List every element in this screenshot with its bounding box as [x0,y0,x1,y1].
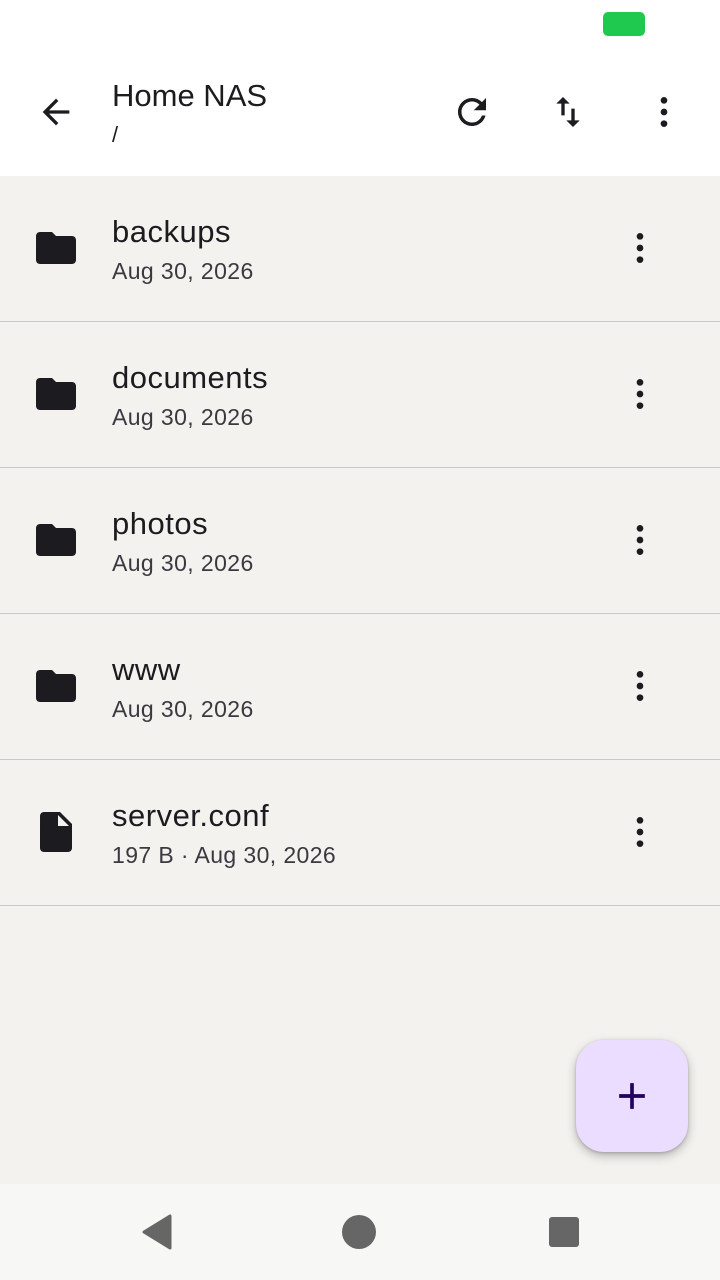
more-vert-icon [660,97,668,127]
file-meta: Aug 30, 2026 [112,550,254,576]
title-block: Home NAS / [112,76,267,150]
back-button[interactable] [24,80,88,144]
list-item[interactable]: photos Aug 30, 2026 [0,468,720,614]
nav-recents-icon [549,1217,579,1247]
screen: Home NAS / backups Aug 30, 2026 document… [0,0,720,1280]
file-meta: Aug 30, 2026 [112,696,254,722]
nav-recents-button[interactable] [540,1208,588,1256]
nav-back-button[interactable] [132,1208,180,1256]
nav-home-icon [342,1215,376,1249]
file-meta: Aug 30, 2026 [112,404,254,430]
app-bar: Home NAS / [0,52,720,176]
breadcrumb-path: / [112,122,119,147]
file-name: server.conf [112,798,270,833]
add-icon [619,1083,645,1109]
item-menu-button[interactable] [608,654,672,718]
file-name: documents [112,360,269,395]
file-name: www [112,652,181,687]
sort-button[interactable] [536,80,600,144]
status-bar [0,0,720,52]
list-item[interactable]: www Aug 30, 2026 [0,614,720,760]
folder-icon [32,516,80,564]
add-button[interactable] [576,1040,688,1152]
more-vert-icon [636,525,644,555]
nav-home-button[interactable] [335,1208,383,1256]
sort-icon [556,97,580,127]
page-title: Home NAS [112,78,268,113]
more-vert-icon [636,817,644,847]
more-vert-icon [636,233,644,263]
more-options-button[interactable] [632,80,696,144]
item-menu-button[interactable] [608,362,672,426]
list-item[interactable]: server.conf 197 B · Aug 30, 2026 [0,760,720,906]
file-meta: Aug 30, 2026 [112,258,254,284]
item-menu-button[interactable] [608,508,672,572]
file-name: backups [112,214,231,249]
folder-icon [32,662,80,710]
item-menu-button[interactable] [608,800,672,864]
file-icon [32,808,80,856]
refresh-icon [458,98,486,126]
more-vert-icon [636,671,644,701]
folder-icon [32,224,80,272]
arrow-back-icon [42,98,70,126]
file-name: photos [112,506,209,541]
list-item[interactable]: documents Aug 30, 2026 [0,322,720,468]
refresh-button[interactable] [440,80,504,144]
folder-icon [32,370,80,418]
nav-back-icon [142,1214,172,1250]
battery-icon [603,12,645,36]
item-menu-button[interactable] [608,216,672,280]
system-nav-bar [0,1184,720,1280]
file-meta: 197 B · Aug 30, 2026 [112,842,337,868]
file-list: backups Aug 30, 2026 documents Aug 30, 2… [0,176,720,906]
list-item[interactable]: backups Aug 30, 2026 [0,176,720,322]
more-vert-icon [636,379,644,409]
